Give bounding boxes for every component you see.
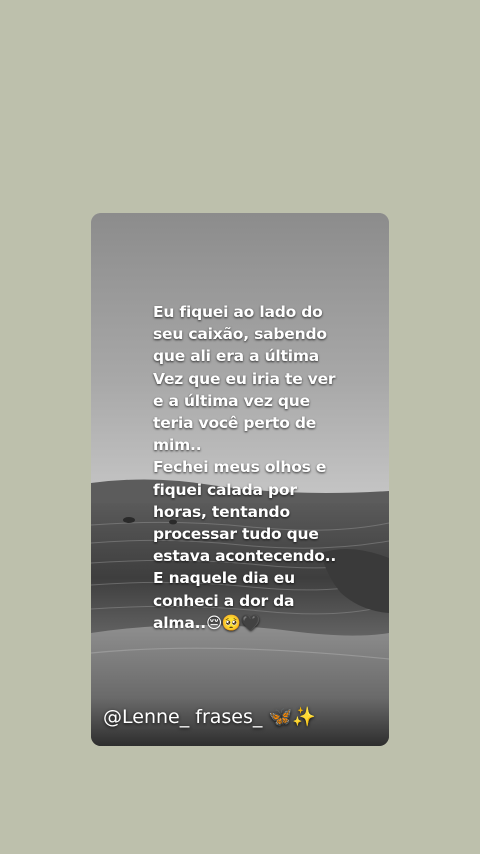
- quote-line: teria você perto de: [153, 414, 317, 433]
- sad-emoji-icons: 😔🥺🖤: [205, 613, 261, 632]
- quote-line: E naquele dia eu: [153, 569, 295, 588]
- author-watermark: @Lenne_ frases_ 🦋✨: [103, 704, 316, 730]
- quote-text: Eu fiquei ao lado do seu caixão, sabendo…: [153, 301, 383, 634]
- quote-line: conheci a dor da: [153, 591, 295, 610]
- quote-line: Fechei meus olhos e: [153, 458, 327, 477]
- quote-line: estava acontecendo..: [153, 547, 337, 566]
- quote-line: e a última vez que: [153, 391, 310, 410]
- quote-line: horas, tentando: [153, 502, 290, 521]
- quote-line: fiquei calada por: [153, 480, 297, 499]
- author-handle: @Lenne_ frases_: [103, 706, 263, 728]
- quote-line: Eu fiquei ao lado do: [153, 303, 323, 321]
- story-card: Eu fiquei ao lado do seu caixão, sabendo…: [91, 213, 389, 746]
- quote-line: mim..: [153, 436, 202, 455]
- quote-line: Vez que eu iria te ver: [153, 369, 336, 388]
- butterfly-sparkle-icons: 🦋✨: [268, 706, 316, 728]
- quote-line: processar tudo que: [153, 525, 319, 544]
- quote-line: seu caixão, sabendo: [153, 325, 327, 344]
- quote-line: alma..: [153, 613, 206, 632]
- quote-line: que ali era a última: [153, 347, 320, 366]
